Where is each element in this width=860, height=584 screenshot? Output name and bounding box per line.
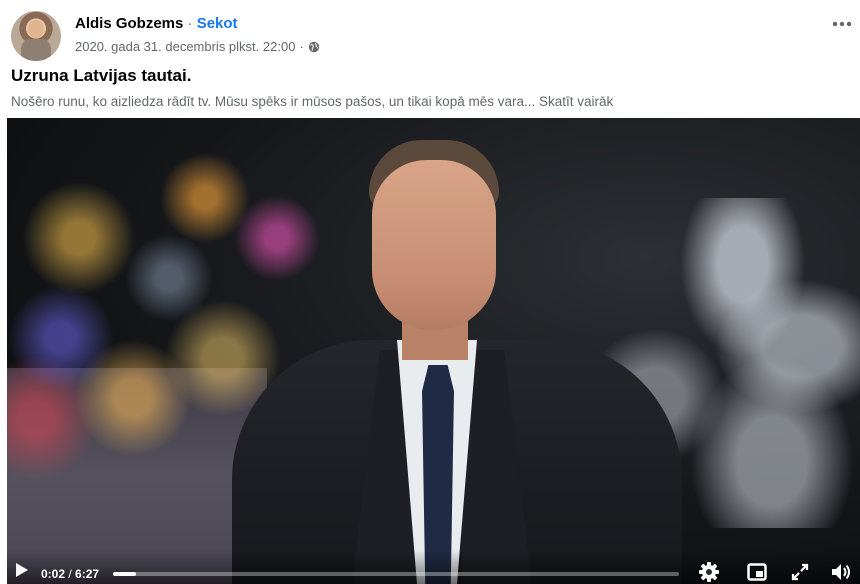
author-separator: · (183, 15, 197, 32)
avatar-head (28, 20, 44, 38)
follow-button[interactable]: Sekot (197, 15, 238, 32)
volume-icon (832, 564, 850, 580)
settings-button[interactable] (697, 560, 721, 584)
post-text-body: Nošēro runu, ko aizliedza rādīt tv. Mūsu… (11, 94, 536, 109)
meta-separator: · (299, 39, 304, 54)
post-meta: 2020. gada 31. decembris plkst. 22:00 · (75, 38, 320, 56)
post-text: Nošēro runu, ko aizliedza rādīt tv. Mūsu… (11, 93, 613, 111)
play-button[interactable] (9, 558, 33, 582)
current-time: 0:02 (41, 567, 66, 581)
post-title: Uzruna Latvijas tautai. (11, 66, 192, 85)
settings-icon (699, 562, 719, 582)
picture-in-picture-button[interactable] (745, 560, 769, 584)
more-options-icon (832, 21, 852, 27)
video-player[interactable]: 0:02 / 6:27 (7, 118, 860, 584)
video-time: 0:02 / 6:27 (41, 566, 99, 582)
duration: 6:27 (75, 567, 100, 581)
picture-in-picture-icon (747, 563, 767, 581)
video-progress-bar[interactable] (113, 572, 679, 576)
avatar-shirt (21, 39, 51, 61)
speaker-face (372, 160, 496, 330)
video-controls: 0:02 / 6:27 (7, 550, 860, 584)
fullscreen-icon (791, 563, 809, 581)
play-icon (16, 563, 28, 577)
volume-button[interactable] (829, 560, 853, 584)
video-speaker (232, 140, 682, 584)
more-options-button[interactable] (828, 10, 856, 38)
fullscreen-button[interactable] (788, 560, 812, 584)
author-avatar[interactable] (11, 11, 61, 61)
post-header: Aldis Gobzems · Sekot 2020. gada 31. dec… (0, 0, 860, 62)
globe-icon (308, 41, 319, 53)
video-progress-fill (113, 572, 136, 576)
author-name-link[interactable]: Aldis Gobzems (75, 15, 183, 32)
time-separator: / (65, 567, 76, 581)
see-more-link[interactable]: Skatīt vairāk (539, 94, 613, 109)
post-timestamp-link[interactable]: 2020. gada 31. decembris plkst. 22:00 (75, 38, 295, 56)
author-line: Aldis Gobzems · Sekot (75, 14, 238, 34)
